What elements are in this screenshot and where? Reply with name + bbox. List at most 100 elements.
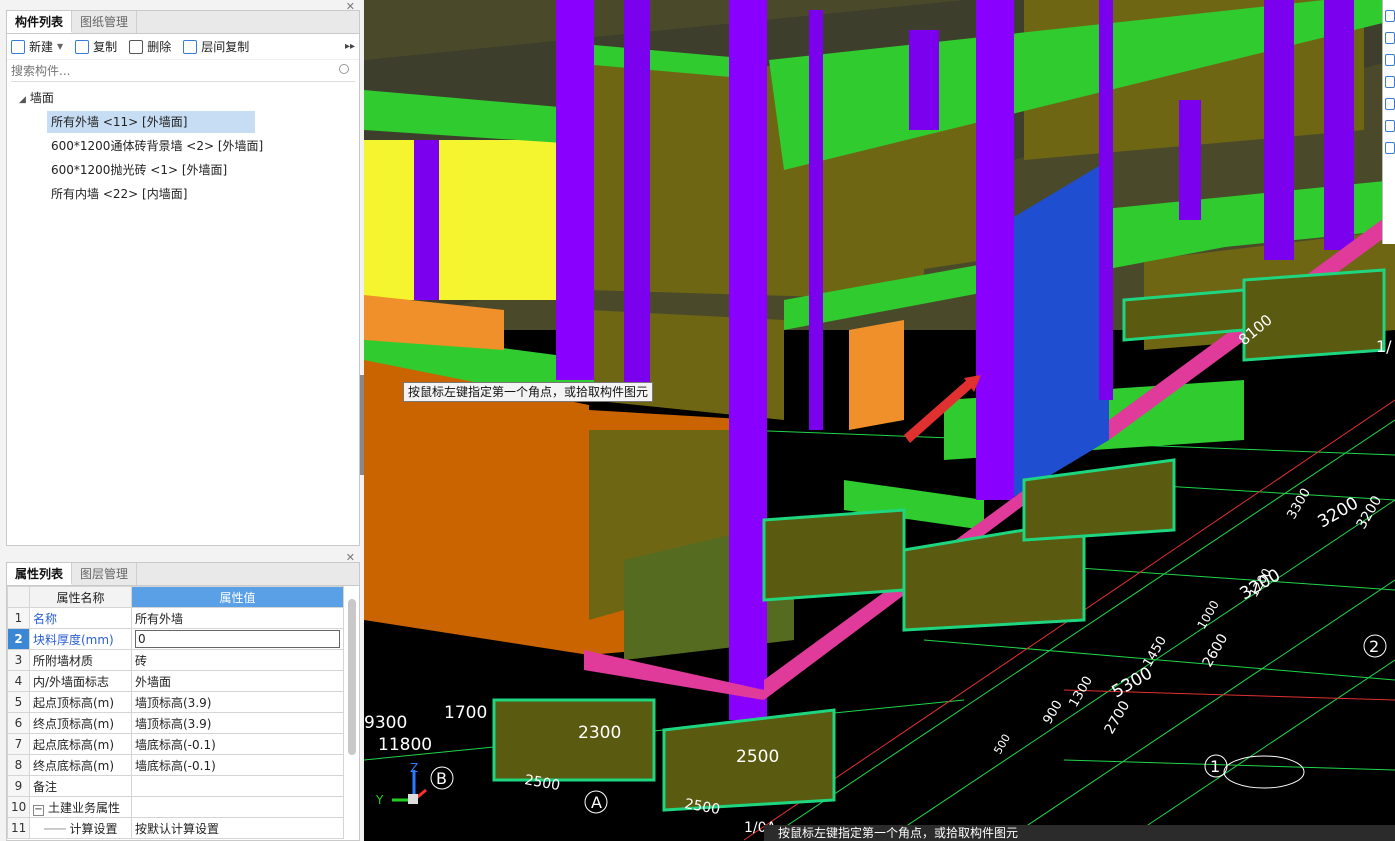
row-number: 2 <box>7 628 30 650</box>
table-row[interactable]: 5 起点顶标高(m) 墙顶标高(3.9) <box>7 691 344 713</box>
property-name-cell: ─── 计算设置 <box>29 817 132 839</box>
property-value[interactable]: 砖 <box>131 649 344 671</box>
property-value-header: 属性值 <box>131 586 344 608</box>
axis-label: B <box>436 769 447 788</box>
dim-label: 2500 <box>736 747 779 767</box>
floor-copy-label: 层间复制 <box>201 40 250 54</box>
floor-copy-button[interactable]: 层间复制 <box>183 38 249 55</box>
component-list-panel: ✕ 构件列表 图纸管理 新建▼ 复制 删除 层间复制 ▸▸ ◢墙面 所有外墙 <… <box>6 0 360 546</box>
tab-component-list[interactable]: 构件列表 <box>7 11 73 33</box>
property-value[interactable] <box>131 775 344 797</box>
delete-label: 删除 <box>147 40 172 54</box>
dim-label: 1700 <box>444 703 487 723</box>
table-row[interactable]: 9 备注 <box>7 775 344 797</box>
property-name: 名称 <box>29 607 132 629</box>
more-icon[interactable]: ▸▸ <box>345 41 355 52</box>
row-number: 8 <box>7 754 30 776</box>
left-dock: ✕ 构件列表 图纸管理 新建▼ 复制 删除 层间复制 ▸▸ ◢墙面 所有外墙 <… <box>0 0 362 841</box>
property-scrollbar[interactable] <box>348 599 356 755</box>
delete-button[interactable]: 删除 <box>129 38 171 55</box>
property-name: 所附墙材质 <box>29 649 132 671</box>
search-icon[interactable] <box>339 64 349 74</box>
dim-label: 1300 <box>1066 674 1096 710</box>
property-value-cell: 0 <box>131 628 344 650</box>
property-table: 属性名称 属性值 1 名称 所有外墙 2 块料厚度(mm) 0 3 所附墙材质 … <box>7 586 344 839</box>
tree-item[interactable]: 所有外墙 <11> [外墙面] <box>7 110 359 134</box>
tree-item[interactable]: 所有内墙 <22> [内墙面] <box>7 182 359 206</box>
new-button[interactable]: 新建 ▼ <box>11 38 63 55</box>
property-value[interactable]: 墙顶标高(3.9) <box>131 691 344 713</box>
table-row[interactable]: 2 块料厚度(mm) 0 <box>7 628 344 650</box>
view-tool-icon[interactable] <box>1385 54 1395 66</box>
tree-root[interactable]: ◢ 墙面 <box>7 86 359 110</box>
property-group-name: 土建业务属性 <box>48 800 121 815</box>
dim-label: 500 <box>991 732 1013 757</box>
property-value[interactable]: 按默认计算设置 <box>131 817 344 839</box>
thickness-input[interactable]: 0 <box>135 630 340 648</box>
close-icon[interactable]: ✕ <box>346 551 355 564</box>
table-row[interactable]: 10 − 土建业务属性 <box>7 796 344 818</box>
view-tool-icon[interactable] <box>1385 120 1395 132</box>
y-axis-label: Y <box>375 793 384 807</box>
component-tabs: 构件列表 图纸管理 <box>7 11 359 34</box>
property-tabs: 属性列表 图层管理 <box>7 563 359 586</box>
table-row[interactable]: 3 所附墙材质 砖 <box>7 649 344 671</box>
collapse-icon[interactable]: − <box>33 804 44 816</box>
row-number: 1 <box>7 607 30 629</box>
table-row[interactable]: 6 终点顶标高(m) 墙顶标高(3.9) <box>7 712 344 734</box>
axis-label: 1/ <box>1376 337 1392 356</box>
tab-drawing-management[interactable]: 图纸管理 <box>72 11 138 33</box>
property-value[interactable]: 外墙面 <box>131 670 344 692</box>
new-label: 新建 <box>29 40 54 54</box>
copy-label: 复制 <box>93 40 118 54</box>
new-file-icon <box>11 39 25 54</box>
z-axis-label: Z <box>410 761 418 775</box>
table-row[interactable]: 8 终点底标高(m) 墙底标高(-0.1) <box>7 754 344 776</box>
tree-item-label: 所有内墙 <22> [内墙面] <box>51 187 188 201</box>
dim-label: 2700 <box>1102 698 1134 737</box>
axis-label: A <box>591 793 602 812</box>
tree-line-icon: ─── <box>44 821 70 836</box>
table-row[interactable]: 11 ─── 计算设置 按默认计算设置 <box>7 817 344 839</box>
search-input[interactable] <box>11 63 331 78</box>
close-icon[interactable]: ✕ <box>346 0 355 13</box>
property-name: 起点底标高(m) <box>29 733 132 755</box>
copy-button[interactable]: 复制 <box>75 38 117 55</box>
tab-property-list[interactable]: 属性列表 <box>7 563 73 585</box>
table-row[interactable]: 7 起点底标高(m) 墙底标高(-0.1) <box>7 733 344 755</box>
table-row[interactable]: 1 名称 所有外墙 <box>7 607 344 629</box>
property-name: 计算设置 <box>69 821 118 836</box>
dim-label: 9300 <box>364 713 407 733</box>
table-row[interactable]: 4 内/外墙面标志 外墙面 <box>7 670 344 692</box>
property-name: 终点底标高(m) <box>29 754 132 776</box>
tree-item-label: 所有外墙 <11> [外墙面] <box>47 111 255 133</box>
property-value[interactable]: 墙顶标高(3.9) <box>131 712 344 734</box>
property-name: 起点顶标高(m) <box>29 691 132 713</box>
chevron-down-icon[interactable]: ▼ <box>57 42 63 51</box>
expand-arrow-icon[interactable]: ◢ <box>19 95 26 105</box>
copy-icon <box>75 39 90 54</box>
property-value[interactable]: 所有外墙 <box>131 607 344 629</box>
view-tool-icon[interactable] <box>1385 142 1395 154</box>
tab-layer-management[interactable]: 图层管理 <box>72 563 138 585</box>
floor-copy-icon <box>183 39 198 54</box>
view-tool-icon[interactable] <box>1385 32 1395 44</box>
row-number: 4 <box>7 670 30 692</box>
axis-label: 2 <box>1369 637 1379 656</box>
property-value[interactable]: 墙底标高(-0.1) <box>131 754 344 776</box>
3d-viewport[interactable]: 9300 11800 1700 2300 2500 2500 2500 5300… <box>364 0 1395 841</box>
tree-item[interactable]: 600*1200通体砖背景墙 <2> [外墙面] <box>7 134 359 158</box>
tree-item-label: 600*1200通体砖背景墙 <2> [外墙面] <box>51 139 264 153</box>
property-value[interactable]: 墙底标高(-0.1) <box>131 733 344 755</box>
axis-label: 1 <box>1210 757 1220 776</box>
row-number-header <box>7 586 30 608</box>
view-tool-icon[interactable] <box>1385 98 1395 110</box>
property-group-cell: − 土建业务属性 <box>29 796 132 818</box>
view-tool-icon[interactable] <box>1385 76 1395 88</box>
component-tree: ◢ 墙面 所有外墙 <11> [外墙面] 600*1200通体砖背景墙 <2> [… <box>7 82 359 206</box>
property-name: 内/外墙面标志 <box>29 670 132 692</box>
tree-item[interactable]: 600*1200抛光砖 <1> [外墙面] <box>7 158 359 182</box>
view-tool-icon[interactable] <box>1385 10 1395 22</box>
status-text: 按鼠标左键指定第一个角点，或拾取构件图元 <box>778 826 1019 840</box>
component-search <box>11 60 355 82</box>
